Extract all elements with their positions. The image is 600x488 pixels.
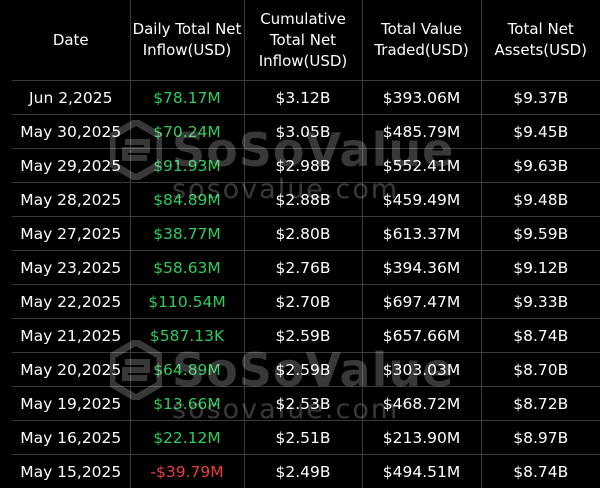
daily-inflow-cell: $84.89M — [130, 183, 244, 217]
cumulative-inflow-cell: $3.05B — [244, 115, 362, 149]
daily-inflow-cell: $13.66M — [130, 387, 244, 421]
value-traded-cell: $657.66M — [362, 319, 481, 353]
header-total-net-assets: Total Net Assets(USD) — [481, 0, 600, 81]
table-row: May 22,2025$110.54M$2.70B$697.47M$9.33B — [12, 285, 600, 319]
etf-flow-table-panel: Date Daily Total Net Inflow(USD) Cumulat… — [0, 0, 600, 484]
cumulative-inflow-cell: $2.88B — [244, 183, 362, 217]
table-header-row: Date Daily Total Net Inflow(USD) Cumulat… — [12, 0, 600, 81]
table-row: May 16,2025$22.12M$2.51B$213.90M$8.97B — [12, 421, 600, 455]
table-row: May 27,2025$38.77M$2.80B$613.37M$9.59B — [12, 217, 600, 251]
daily-inflow-cell: $91.93M — [130, 149, 244, 183]
date-cell: Jun 2,2025 — [12, 81, 130, 115]
etf-flow-table: Date Daily Total Net Inflow(USD) Cumulat… — [12, 0, 600, 488]
daily-inflow-cell: $38.77M — [130, 217, 244, 251]
date-cell: May 20,2025 — [12, 353, 130, 387]
date-cell: May 30,2025 — [12, 115, 130, 149]
header-total-value-traded: Total Value Traded(USD) — [362, 0, 481, 81]
cumulative-inflow-cell: $2.76B — [244, 251, 362, 285]
value-traded-cell: $393.06M — [362, 81, 481, 115]
net-assets-cell: $9.12B — [481, 251, 600, 285]
value-traded-cell: $213.90M — [362, 421, 481, 455]
daily-inflow-cell: $70.24M — [130, 115, 244, 149]
value-traded-cell: $494.51M — [362, 455, 481, 488]
net-assets-cell: $8.97B — [481, 421, 600, 455]
net-assets-cell: $9.37B — [481, 81, 600, 115]
value-traded-cell: $697.47M — [362, 285, 481, 319]
table-row: May 23,2025$58.63M$2.76B$394.36M$9.12B — [12, 251, 600, 285]
cumulative-inflow-cell: $2.59B — [244, 353, 362, 387]
cumulative-inflow-cell: $2.49B — [244, 455, 362, 488]
table-row: May 28,2025$84.89M$2.88B$459.49M$9.48B — [12, 183, 600, 217]
header-cumulative-net-inflow: Cumulative Total Net Inflow(USD) — [244, 0, 362, 81]
table-body: Jun 2,2025$78.17M$3.12B$393.06M$9.37BMay… — [12, 81, 600, 488]
table-row: May 20,2025$64.89M$2.59B$303.03M$8.70B — [12, 353, 600, 387]
date-cell: May 23,2025 — [12, 251, 130, 285]
date-cell: May 22,2025 — [12, 285, 130, 319]
table-row: May 30,2025$70.24M$3.05B$485.79M$9.45B — [12, 115, 600, 149]
net-assets-cell: $9.59B — [481, 217, 600, 251]
value-traded-cell: $485.79M — [362, 115, 481, 149]
table-row: May 21,2025$587.13K$2.59B$657.66M$8.74B — [12, 319, 600, 353]
date-cell: May 27,2025 — [12, 217, 130, 251]
net-assets-cell: $9.48B — [481, 183, 600, 217]
value-traded-cell: $303.03M — [362, 353, 481, 387]
daily-inflow-cell: $22.12M — [130, 421, 244, 455]
value-traded-cell: $552.41M — [362, 149, 481, 183]
date-cell: May 21,2025 — [12, 319, 130, 353]
net-assets-cell: $8.72B — [481, 387, 600, 421]
net-assets-cell: $9.63B — [481, 149, 600, 183]
daily-inflow-cell: -$39.79M — [130, 455, 244, 488]
cumulative-inflow-cell: $2.59B — [244, 319, 362, 353]
daily-inflow-cell: $110.54M — [130, 285, 244, 319]
date-cell: May 29,2025 — [12, 149, 130, 183]
daily-inflow-cell: $587.13K — [130, 319, 244, 353]
table-row: May 19,2025$13.66M$2.53B$468.72M$8.72B — [12, 387, 600, 421]
value-traded-cell: $468.72M — [362, 387, 481, 421]
table-row: May 29,2025$91.93M$2.98B$552.41M$9.63B — [12, 149, 600, 183]
value-traded-cell: $613.37M — [362, 217, 481, 251]
header-daily-net-inflow: Daily Total Net Inflow(USD) — [130, 0, 244, 81]
net-assets-cell: $8.74B — [481, 455, 600, 488]
daily-inflow-cell: $64.89M — [130, 353, 244, 387]
date-cell: May 16,2025 — [12, 421, 130, 455]
net-assets-cell: $8.70B — [481, 353, 600, 387]
date-cell: May 19,2025 — [12, 387, 130, 421]
cumulative-inflow-cell: $2.80B — [244, 217, 362, 251]
date-cell: May 28,2025 — [12, 183, 130, 217]
daily-inflow-cell: $58.63M — [130, 251, 244, 285]
date-cell: May 15,2025 — [12, 455, 130, 488]
daily-inflow-cell: $78.17M — [130, 81, 244, 115]
value-traded-cell: $394.36M — [362, 251, 481, 285]
net-assets-cell: $8.74B — [481, 319, 600, 353]
cumulative-inflow-cell: $2.51B — [244, 421, 362, 455]
cumulative-inflow-cell: $2.53B — [244, 387, 362, 421]
net-assets-cell: $9.33B — [481, 285, 600, 319]
table-row: Jun 2,2025$78.17M$3.12B$393.06M$9.37B — [12, 81, 600, 115]
net-assets-cell: $9.45B — [481, 115, 600, 149]
cumulative-inflow-cell: $3.12B — [244, 81, 362, 115]
cumulative-inflow-cell: $2.70B — [244, 285, 362, 319]
table-row: May 15,2025-$39.79M$2.49B$494.51M$8.74B — [12, 455, 600, 488]
header-date: Date — [12, 0, 130, 81]
value-traded-cell: $459.49M — [362, 183, 481, 217]
cumulative-inflow-cell: $2.98B — [244, 149, 362, 183]
